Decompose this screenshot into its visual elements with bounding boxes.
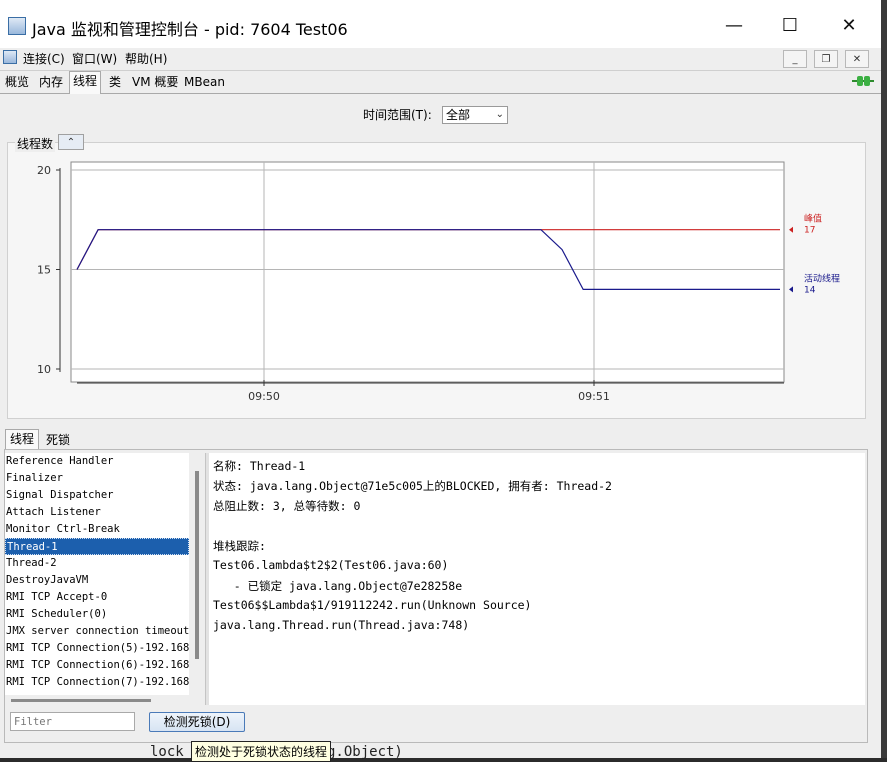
thread-list-item[interactable]: Reference Handler xyxy=(5,453,189,470)
thread-list-hscrollbar[interactable] xyxy=(5,697,189,705)
detail-state: 状态: java.lang.Object@71e5c005上的BLOCKED, … xyxy=(213,479,612,493)
detect-deadlock-button[interactable]: 检测死锁(D) xyxy=(149,712,245,732)
thread-list-item[interactable]: Thread-1 xyxy=(5,538,189,555)
thread-list-item[interactable]: JMX server connection timeout 2 xyxy=(5,623,189,640)
detect-deadlock-tooltip: 检测处于死锁状态的线程 xyxy=(191,741,332,762)
thread-list-item[interactable]: Attach Listener xyxy=(5,504,189,521)
stack-frame: java.lang.Thread.run(Thread.java:748) xyxy=(213,618,470,632)
legend-marker xyxy=(789,226,793,233)
thread-list-item[interactable]: Thread-2 xyxy=(5,555,189,572)
detail-name: 名称: Thread-1 xyxy=(213,459,306,473)
thread-list-item[interactable]: RMI TCP Connection(6)-192.168.4 xyxy=(5,657,189,674)
x-tick-label: 09:50 xyxy=(248,390,280,403)
y-tick-label: 20 xyxy=(37,164,51,177)
y-tick-label: 10 xyxy=(37,363,51,376)
stack-frame: Test06$$Lambda$1/919112242.run(Unknown S… xyxy=(213,598,532,612)
stack-frame: - 已锁定 java.lang.Object@7e28258e xyxy=(213,579,463,593)
thread-list-item[interactable]: RMI TCP Connection(7)-192.168.4 xyxy=(5,674,189,691)
thread-list-item[interactable]: RMI TCP Accept-0 xyxy=(5,589,189,606)
plot-area xyxy=(70,161,785,383)
jconsole-window: Java 监视和管理控制台 - pid: 7604 Test06 — ☐ ✕ 连… xyxy=(0,0,881,758)
thread-list-item[interactable]: RMI Scheduler(0) xyxy=(5,606,189,623)
legend-marker xyxy=(789,286,793,293)
legend-series-value: 14 xyxy=(804,285,816,295)
detail-counts: 总阻止数: 3, 总等待数: 0 xyxy=(213,499,361,513)
thread-list-item[interactable]: Signal Dispatcher xyxy=(5,487,189,504)
subtab-threads[interactable]: 线程 xyxy=(5,429,40,450)
stack-frame: Test06.lambda$t2$2(Test06.java:60) xyxy=(213,558,449,572)
thread-list-item[interactable]: Monitor Ctrl-Break xyxy=(5,521,189,538)
thread-list-item[interactable]: DestroyJavaVM xyxy=(5,572,189,589)
stack-heading: 堆栈跟踪: xyxy=(213,539,266,553)
legend-series-name: 峰值 xyxy=(804,213,822,225)
y-tick-label: 15 xyxy=(37,264,51,277)
thread-list-scrollbar[interactable] xyxy=(191,453,203,695)
thread-list-item[interactable]: RMI TCP Connection(5)-192.168.4 xyxy=(5,640,189,657)
x-tick-label: 09:51 xyxy=(578,390,610,403)
thread-list-item[interactable]: Finalizer xyxy=(5,470,189,487)
background-window-edge xyxy=(881,0,887,758)
thread-details: 名称: Thread-1 状态: java.lang.Object@71e5c0… xyxy=(209,453,865,705)
subtab-deadlock[interactable]: 死锁 xyxy=(42,431,74,449)
thread-list[interactable]: Reference Handler Finalizer Signal Dispatc… xyxy=(5,453,189,695)
thread-chart: 10 15 20 09:50 09:51 峰值17 活动线程14 xyxy=(37,161,840,403)
filter-input[interactable] xyxy=(10,712,135,731)
legend-series-value: 17 xyxy=(804,226,815,236)
legend-series-name: 活动线程 xyxy=(804,272,840,284)
